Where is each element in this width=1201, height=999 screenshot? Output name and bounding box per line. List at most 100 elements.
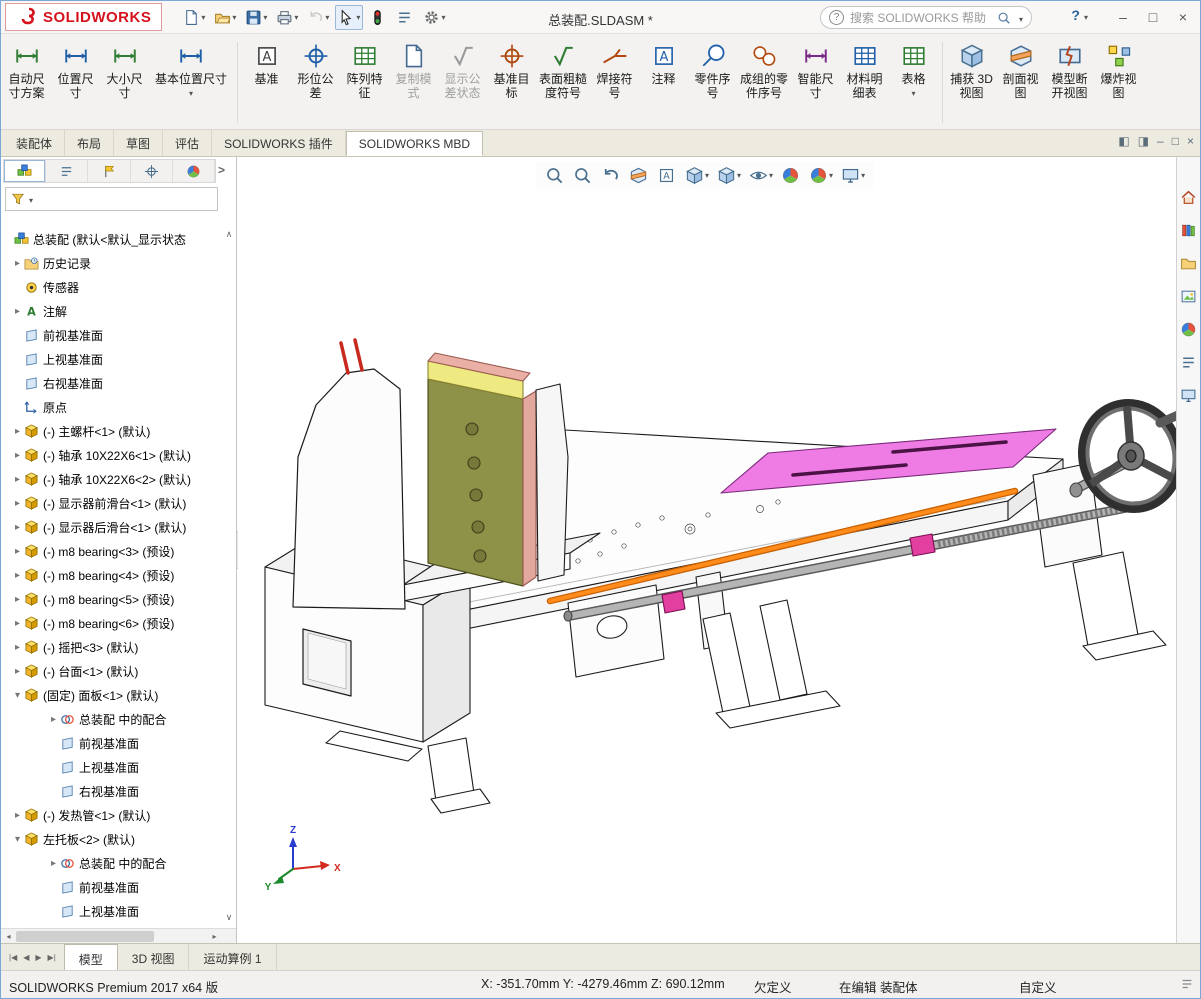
command-tab[interactable]: 装配体 [4, 130, 66, 156]
command-tab[interactable]: 草图 [114, 130, 164, 156]
tree-item[interactable]: ▸ (-) m8 bearing<4> (预设) [1, 563, 222, 587]
panel-expand-icon[interactable] [218, 163, 232, 177]
arrow-down-icon[interactable]: ▾ [912, 89, 916, 98]
quick-access-button[interactable]: ▾ [273, 5, 301, 30]
arrow-down-icon[interactable]: ▾ [232, 13, 236, 22]
search-dropdown-icon[interactable] [1017, 11, 1023, 25]
tree-item[interactable]: 上视基准面 [1, 347, 222, 371]
minimize-icon[interactable]: – [1157, 134, 1164, 148]
hud-button[interactable]: ▾ [749, 166, 773, 185]
ribbon-button[interactable]: 自动尺 寸方案 [3, 36, 50, 129]
tree-item[interactable]: ▸ (-) 显示器前滑台<1> (默认) [1, 491, 222, 515]
hud-button[interactable] [601, 166, 621, 185]
command-tab[interactable]: SOLIDWORKS 插件 [212, 130, 346, 156]
help-dropdown-icon[interactable] [1082, 7, 1088, 23]
tree-item[interactable]: 右视基准面 [1, 779, 222, 803]
ribbon-button[interactable]: 表面粗糙 度符号 [537, 36, 589, 129]
tree-item[interactable]: 前视基准面 [1, 323, 222, 347]
arrow-down-icon[interactable]: ▾ [737, 171, 741, 180]
tree-item[interactable]: ▸ (-) 发热管<1> (默认) [1, 803, 222, 827]
tree-item[interactable]: ▸ 总装配 中的配合 [1, 707, 222, 731]
quick-access-button[interactable]: ▾ [180, 5, 208, 30]
ribbon-button[interactable]: 模型断 开视图 [1046, 36, 1093, 129]
scrollbar-thumb[interactable] [16, 930, 154, 942]
tree-filter-box[interactable] [5, 187, 218, 211]
tree-item[interactable]: ▸ (-) 轴承 10X22X6<2> (默认) [1, 467, 222, 491]
last-icon[interactable]: ▶| [46, 953, 58, 962]
ribbon-button[interactable]: 材料明 细表 [841, 36, 888, 129]
graphics-viewport[interactable]: Z X Y ▾ ▾ ▾ ▾ ▾ [238, 157, 1176, 943]
tag-editor-icon[interactable] [1180, 977, 1194, 991]
arrow-right-icon[interactable]: ▸ [11, 522, 24, 533]
arrow-right-icon[interactable]: ▸ [11, 306, 24, 317]
hud-button[interactable] [545, 166, 565, 185]
ribbon-button[interactable]: 表格 ▾ [890, 36, 937, 129]
hud-button[interactable] [629, 166, 649, 185]
command-tab[interactable]: 布局 [65, 130, 115, 156]
document-tab[interactable]: 运动算例 1 [189, 944, 277, 970]
task-pane-button[interactable] [1180, 387, 1197, 407]
restore-icon[interactable]: □ [1172, 134, 1179, 148]
task-pane-button[interactable] [1180, 321, 1197, 341]
maximize-icon[interactable]: □ [1138, 1, 1168, 33]
close-icon[interactable]: × [1168, 1, 1198, 33]
ribbon-button[interactable]: 零件序 号 [689, 36, 736, 129]
ribbon-button[interactable]: 注释 [640, 36, 687, 129]
ribbon-button[interactable]: 焊接符 号 [591, 36, 638, 129]
hud-button[interactable]: ▾ [685, 166, 709, 185]
ribbon-button[interactable]: 基准 [243, 36, 290, 129]
tree-item[interactable]: ▸ (-) 轴承 10X22X6<1> (默认) [1, 443, 222, 467]
ribbon-button[interactable]: 捕获 3D 视图 [948, 36, 995, 129]
ribbon-button[interactable]: 形位公 差 [292, 36, 339, 129]
arrow-down-icon[interactable]: ▾ [11, 834, 24, 845]
panel-tab[interactable] [46, 160, 89, 182]
panel-tab[interactable] [173, 160, 216, 182]
minimize-icon[interactable]: – [1108, 1, 1138, 33]
tree-item[interactable]: ▾ 左托板<2> (默认) [1, 827, 222, 851]
arrow-right-icon[interactable]: ▸ [47, 858, 60, 869]
tree-item[interactable]: ▸ (-) m8 bearing<3> (预设) [1, 539, 222, 563]
next-icon[interactable]: ▶ [33, 953, 43, 962]
tree-item[interactable]: ▸ (-) 摇把<3> (默认) [1, 635, 222, 659]
arrow-right-icon[interactable]: ▸ [11, 546, 24, 557]
tree-item[interactable]: ▸ (-) 显示器后滑台<1> (默认) [1, 515, 222, 539]
arrow-right-icon[interactable]: ▸ [11, 258, 24, 269]
tree-item[interactable]: 右视基准面 [1, 371, 222, 395]
document-tab[interactable]: 模型 [63, 944, 118, 970]
arrow-right-icon[interactable]: ▸ [47, 714, 60, 725]
ribbon-button[interactable]: 阵列特 征 [341, 36, 388, 129]
quick-access-button[interactable] [366, 5, 390, 30]
tree-item[interactable]: ▸ 总装配 中的配合 [1, 851, 222, 875]
arrow-right-icon[interactable]: ▸ [11, 474, 24, 485]
arrow-right-icon[interactable]: ▸ [11, 426, 24, 437]
tree-scroll-down-icon[interactable]: ∨ [223, 912, 235, 923]
arrow-right-icon[interactable]: ▸ [11, 810, 24, 821]
panel-tab[interactable] [131, 160, 173, 182]
tree-item[interactable]: ▸ (-) m8 bearing<5> (预设) [1, 587, 222, 611]
arrow-right-icon[interactable]: ▸ [11, 498, 24, 509]
search-box[interactable]: ? 搜索 SOLIDWORKS 帮助 [820, 6, 1032, 29]
close-icon[interactable]: × [1187, 134, 1194, 148]
panel-tab[interactable] [88, 160, 131, 182]
task-pane-button[interactable] [1180, 189, 1197, 209]
tree-item[interactable]: ▸ (-) 主螺杆<1> (默认) [1, 419, 222, 443]
next-pane-icon[interactable]: ◨ [1138, 134, 1149, 148]
arrow-down-icon[interactable]: ▾ [769, 171, 773, 180]
arrow-right-icon[interactable]: ▸ [11, 570, 24, 581]
panel-tab[interactable] [4, 160, 47, 182]
prev-icon[interactable]: ◀ [21, 953, 31, 962]
arrow-down-icon[interactable]: ▾ [705, 171, 709, 180]
prev-pane-icon[interactable]: ◧ [1118, 134, 1129, 148]
ribbon-button[interactable]: 位置尺 寸 [52, 36, 99, 129]
hud-button[interactable] [573, 166, 593, 185]
scrollbar-track[interactable] [16, 930, 207, 943]
tree-item[interactable]: 传感器 [1, 275, 222, 299]
status-custom[interactable]: 自定义 [1019, 977, 1057, 996]
arrow-down-icon[interactable]: ▾ [325, 13, 329, 22]
tree-item[interactable]: ▸ 注解 [1, 299, 222, 323]
tree-item[interactable]: ▸ (-) 台面<1> (默认) [1, 659, 222, 683]
arrow-down-icon[interactable]: ▾ [441, 13, 445, 22]
scroll-left-icon[interactable] [1, 932, 16, 941]
ribbon-button[interactable]: 基准目 标 [488, 36, 535, 129]
quick-access-button[interactable]: ▾ [211, 5, 239, 30]
